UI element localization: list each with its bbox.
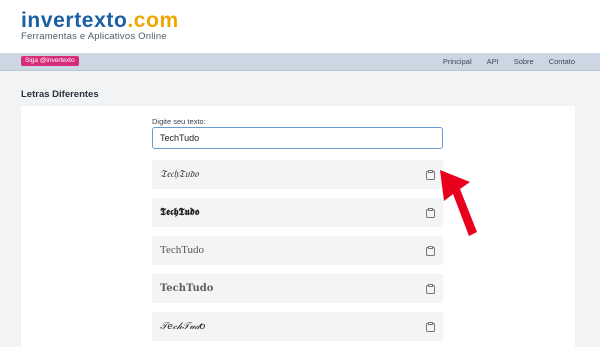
input-label: Digite seu texto:	[152, 117, 206, 126]
nav-bar: Siga @invertexto Principal API Sobre Con…	[0, 53, 600, 71]
site-header: invertexto.com Ferramentas e Aplicativos…	[0, 0, 600, 53]
nav-link-principal[interactable]: Principal	[443, 57, 472, 66]
page-title: Letras Diferentes	[21, 89, 99, 100]
nav-links: Principal API Sobre Contato	[443, 53, 575, 70]
clipboard-icon[interactable]	[426, 208, 435, 218]
result-row[interactable]: 𝒯𝑒𝒸𝒽𝒯𝓊𝒹𝑜	[152, 312, 443, 341]
result-text: 𝕿𝖊𝖈𝖍𝕿𝖚𝖉𝖔	[160, 207, 200, 218]
nav-link-api[interactable]: API	[487, 57, 499, 66]
result-text: TechTudo	[160, 244, 205, 256]
red-arrow-icon	[440, 170, 477, 236]
nav-link-sobre[interactable]: Sobre	[514, 57, 534, 66]
logo-name: invertexto	[21, 9, 128, 32]
result-text: 𝒯𝑒𝒸𝒽𝒯𝓊𝒹𝑜	[160, 321, 206, 332]
clipboard-icon[interactable]	[426, 284, 435, 294]
site-tagline: Ferramentas e Aplicativos Online	[21, 31, 167, 42]
result-row[interactable]: TechTudo	[152, 236, 443, 265]
result-row[interactable]: TechTudo	[152, 274, 443, 303]
site-logo[interactable]: invertexto.com	[21, 10, 179, 32]
result-text: 𝔗𝔢𝔠𝔥𝔗𝔲𝔡𝔬	[160, 169, 199, 180]
text-input[interactable]	[152, 127, 443, 149]
clipboard-icon[interactable]	[426, 246, 435, 256]
follow-badge[interactable]: Siga @invertexto	[21, 56, 79, 66]
result-text: TechTudo	[160, 283, 214, 294]
logo-domain: .com	[127, 9, 179, 32]
clipboard-icon[interactable]	[426, 170, 435, 180]
clipboard-icon[interactable]	[426, 322, 435, 332]
result-row[interactable]: 𝕿𝖊𝖈𝖍𝕿𝖚𝖉𝖔	[152, 198, 443, 227]
nav-link-contato[interactable]: Contato	[549, 57, 575, 66]
result-row[interactable]: 𝔗𝔢𝔠𝔥𝔗𝔲𝔡𝔬	[152, 160, 443, 189]
